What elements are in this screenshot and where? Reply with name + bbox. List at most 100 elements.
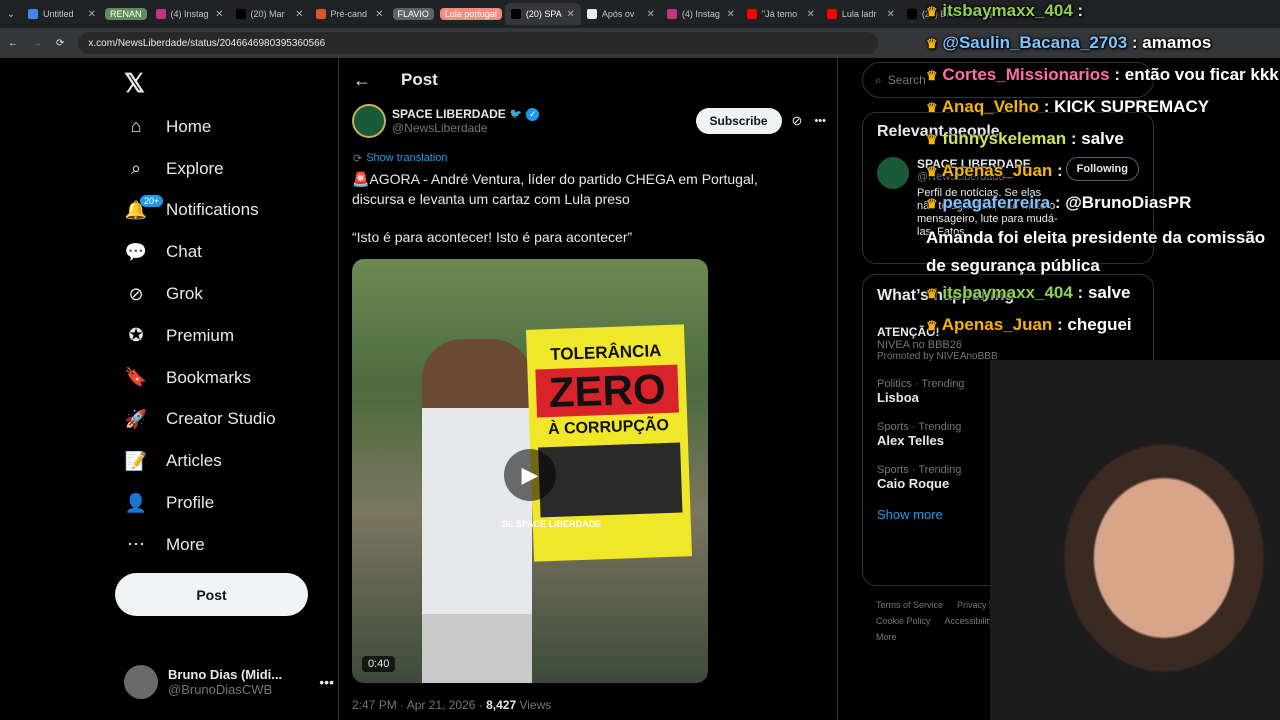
tab-close-icon[interactable]: ✕ <box>567 9 575 20</box>
search-icon: ⌕ <box>875 72 882 87</box>
tab-3[interactable]: (20) Mar ✕ <box>230 3 310 25</box>
author-handle[interactable]: @NewsLiberdade <box>392 121 696 135</box>
sidebar-item-articles[interactable]: 📝 Articles <box>112 440 338 482</box>
crown-icon: ♛ <box>926 132 938 147</box>
footer-link[interactable]: Cookie Policy <box>876 616 931 626</box>
person-icon: 👤 <box>124 492 148 513</box>
tab-close-icon[interactable]: ✕ <box>375 9 383 20</box>
author-avatar[interactable] <box>352 104 386 138</box>
post-more-icon[interactable]: ••• <box>814 115 826 127</box>
grok-icon: ⊘ <box>128 283 144 304</box>
tab-10[interactable]: "Já temo ✕ <box>741 3 821 25</box>
tab-list-icon[interactable]: ⌄ <box>0 9 22 20</box>
play-button-icon[interactable]: ▶ <box>504 449 556 501</box>
tab-close-icon[interactable]: ✕ <box>807 9 815 20</box>
tab-close-icon[interactable]: ✕ <box>215 9 223 20</box>
post-timestamp[interactable]: 2:47 PM · Apr 21, 2026 · <box>352 698 483 712</box>
tab-close-icon[interactable]: ✕ <box>295 9 303 20</box>
relevant-avatar[interactable] <box>877 157 909 189</box>
tab-8[interactable]: Após ov ✕ <box>581 3 661 25</box>
sidebar-item-more[interactable]: ⋯ More <box>112 524 338 566</box>
tab-favicon-icon <box>510 9 521 19</box>
tab-7[interactable]: (20) SPAC ✕ <box>504 3 581 25</box>
tab-0[interactable]: Untitled ✕ <box>22 3 102 25</box>
back-arrow-icon[interactable]: ← <box>353 70 371 91</box>
tab-close-icon[interactable]: ✕ <box>647 9 655 20</box>
bell-icon: 🔔 20+ <box>124 195 164 222</box>
crown-icon: ♛ <box>926 68 938 83</box>
video-player[interactable]: TOLERÂNCIA ZERO À CORRUPÇÃO SL SPACE LIB… <box>352 259 708 683</box>
main-column: ← Post SPACE LIBERDADE 🐦 ✓ @NewsLiberdad… <box>338 58 838 720</box>
chat-text: cheguei <box>1067 315 1132 334</box>
author-name[interactable]: SPACE LIBERDADE <box>392 107 506 121</box>
tab-close-icon[interactable]: ✕ <box>887 9 895 20</box>
tab-group-1[interactable]: RENAN <box>105 8 147 20</box>
sidebar-item-bookmarks[interactable]: 🔖 Bookmarks <box>112 357 338 399</box>
tab-strip: Untitled ✕ RENAN (4) Instag ✕ (20) Mar ✕ Pré-ca… <box>22 3 981 25</box>
tab-favicon-icon <box>315 9 326 19</box>
sidebar-item-label: Creator Studio <box>166 409 276 429</box>
more-icon[interactable]: ••• <box>319 674 334 690</box>
avatar <box>124 665 158 699</box>
more-icon: ⋯ <box>127 534 145 555</box>
chat-text: @BrunoDiasPR <box>1065 193 1192 212</box>
tab-group-6[interactable]: Lula portugal <box>439 8 502 20</box>
sidebar-item-label: Explore <box>166 158 224 178</box>
show-translation-link[interactable]: ⟳ Show translation <box>353 152 448 165</box>
crown-icon: ♛ <box>926 4 938 19</box>
x-logo-icon[interactable]: 𝕏 <box>124 68 145 99</box>
chat-username: Cortes_Missionarios <box>942 65 1110 84</box>
sidebar-item-label: Articles <box>166 451 222 471</box>
speaker-figure <box>422 339 532 683</box>
sidebar-item-home[interactable]: ⌂ Home <box>112 106 338 148</box>
tab-title: (4) Instag <box>170 9 209 19</box>
sidebar-item-creator-studio[interactable]: 🚀 Creator Studio <box>112 399 338 441</box>
chat-message: ♛ Apenas_Juan : <box>926 161 1063 180</box>
translate-icon: ⟳ <box>353 153 363 165</box>
tab-4[interactable]: Pré-cand ✕ <box>310 3 390 25</box>
footer-link[interactable]: Terms of Service <box>876 600 943 610</box>
back-icon[interactable]: ← <box>8 38 18 49</box>
sidebar-item-profile[interactable]: 👤 Profile <box>112 482 338 524</box>
sidebar-item-grok[interactable]: ⊘ Grok <box>112 273 338 315</box>
tab-2[interactable]: (4) Instag ✕ <box>150 3 230 25</box>
tab-favicon-icon <box>746 9 757 19</box>
footer-link[interactable]: More <box>876 632 897 642</box>
search-placeholder: Search <box>887 73 926 87</box>
tab-title: Lula ladr <box>841 9 877 19</box>
reload-icon[interactable]: ⟳ <box>56 38 64 49</box>
sidebar-item-explore[interactable]: ⌕ Explore <box>112 148 338 190</box>
grok-icon[interactable]: ⊘ <box>792 113 803 129</box>
verified-badge-icon: ✓ <box>526 107 540 121</box>
tab-11[interactable]: Lula ladr ✕ <box>821 3 901 25</box>
tab-close-icon[interactable]: ✕ <box>88 9 96 20</box>
sidebar-item-chat[interactable]: 💬 Chat <box>112 231 338 273</box>
footer-link[interactable]: Accessibility <box>945 616 994 626</box>
account-switcher[interactable]: Bruno Dias (Midi... @BrunoDiasCWB ••• <box>124 662 334 702</box>
sign-text-mid: ZERO <box>535 364 679 418</box>
chat-username: Apenas_Juan <box>941 315 1053 334</box>
sidebar-item-label: Notifications <box>166 200 259 220</box>
forward-icon[interactable]: → <box>32 38 42 49</box>
bird-icon: 🐦 <box>509 108 523 120</box>
notification-badge: 20+ <box>140 195 164 208</box>
tab-close-icon[interactable]: ✕ <box>727 9 735 20</box>
sidebar-item-premium[interactable]: ✪ Premium <box>112 315 338 357</box>
subscribe-button[interactable]: Subscribe <box>695 108 782 134</box>
author-row: SPACE LIBERDADE 🐦 ✓ @NewsLiberdade Subsc… <box>352 104 826 138</box>
tab-9[interactable]: (4) Instag ✕ <box>661 3 741 25</box>
chat-username: itsbaymaxx_404 <box>942 1 1073 20</box>
tab-title: Untitled <box>43 9 74 19</box>
post-button[interactable]: Post <box>115 573 308 616</box>
sidebar-item-notifications[interactable]: 🔔 20+ Notifications <box>112 190 338 232</box>
post-header: ← Post <box>339 58 837 102</box>
chat-message: ♛ Cortes_Missionarios : então vou ficar … <box>926 65 1279 84</box>
tab-group-5[interactable]: FLAVIO <box>392 8 434 20</box>
video-watermark: SL SPACE LIBERDADE <box>502 519 602 529</box>
tab-title: (4) Instag <box>681 9 720 19</box>
tab-favicon-icon <box>28 9 38 19</box>
stream-chat-overlay: ♛ itsbaymaxx_404 : ♛ @Saulin_Bacana_2703… <box>926 0 1280 380</box>
url-field[interactable]: x.com/NewsLiberdade/status/2046646980395… <box>78 32 879 54</box>
chat-username: Apenas_Juan <box>941 161 1053 180</box>
chat-message: ♛ Anaq_Velho : KICK SUPREMACY <box>926 97 1210 116</box>
